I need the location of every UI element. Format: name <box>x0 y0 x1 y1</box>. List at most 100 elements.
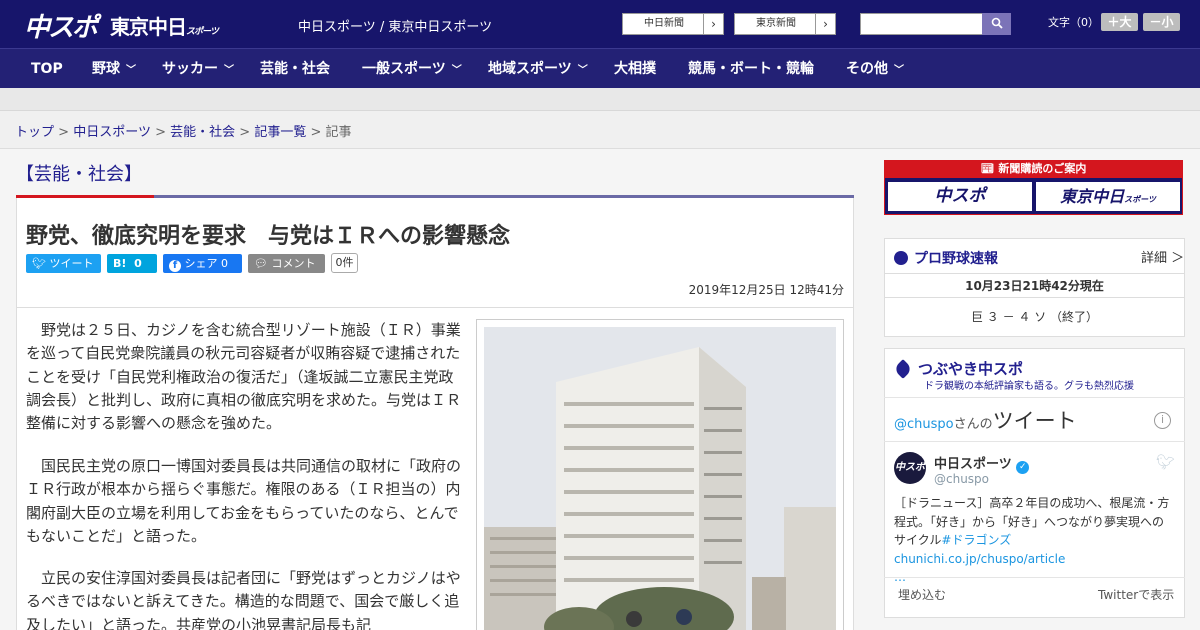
tokyo-shimbun-label: 東京新聞 <box>756 18 796 29</box>
chunichi-shimbun-button[interactable]: 中日新聞 › <box>622 13 724 35</box>
tokyo-chunichi-logo-sub: スポーツ <box>186 27 219 37</box>
pen-icon <box>893 359 913 379</box>
chevron-down-icon: ﹀ <box>894 65 904 76</box>
nav-item-top[interactable]: TOP <box>31 49 63 89</box>
tweet-account-name-text: 中日スポーツ <box>934 457 1012 472</box>
hatena-bookmark-button[interactable]: B! 0 <box>107 254 157 273</box>
baseball-card-title: プロ野球速報 <box>894 248 998 268</box>
subscription-banner-head: 📰︎ 新聞購読のご案内 <box>884 160 1183 178</box>
chevron-right-icon: › <box>703 14 723 34</box>
nav-label: TOP <box>31 61 63 77</box>
nav-label: 野球 <box>92 61 120 77</box>
font-size-label: 文字（0） <box>1048 16 1099 29</box>
embed-link[interactable]: 埋め込む <box>898 586 946 603</box>
tweet-body: ［ドラニュース］高卒２年目の成功へ、根尾流・方程式。「好き」から「好き」へつなが… <box>894 496 1170 547</box>
facebook-icon: f <box>169 260 181 272</box>
facebook-count: 0 <box>221 257 228 270</box>
nav-label: サッカー <box>162 61 218 77</box>
nav-item-general-sports[interactable]: 一般スポーツ ﹀ <box>362 49 462 89</box>
hatena-count: 0 <box>134 257 142 270</box>
divider <box>884 441 1185 442</box>
nav-item-soccer[interactable]: サッカー ﹀ <box>162 49 234 89</box>
article-photo[interactable] <box>484 327 836 630</box>
breadcrumb-separator: > <box>155 125 166 140</box>
breadcrumb: トップ > 中日スポーツ > 芸能・社会 > 記事一覧 > 記事 <box>15 121 352 140</box>
tweet-label: ツイート <box>49 257 94 270</box>
site-links[interactable]: 中日スポーツ / 東京中日スポーツ <box>298 16 492 35</box>
breadcrumb-current: 記事 <box>325 125 352 140</box>
comment-count: 0件 <box>331 253 358 273</box>
tweet-text: ［ドラニュース］高卒２年目の成功へ、根尾流・方程式。「好き」から「好き」へつなが… <box>894 494 1174 587</box>
font-large-button[interactable]: ＋大 <box>1101 13 1138 31</box>
subscription-tokyo-logo-sub: スポーツ <box>1124 195 1156 204</box>
baseball-detail-link[interactable]: 詳細 ＞ <box>1141 247 1184 266</box>
breadcrumb-chunichi-sports[interactable]: 中日スポーツ <box>73 125 151 140</box>
tokyo-chunichi-logo-text: 東京中日 <box>110 15 187 39</box>
search-icon <box>991 17 1003 29</box>
baseball-score-row[interactable]: 巨 ３ － ４ ソ （終了） <box>884 308 1185 325</box>
facebook-share-button[interactable]: f シェア 0 <box>163 254 242 273</box>
article-paragraph: 野党は２５日、カジノを含む統合型リゾート施設（ＩＲ）事業を巡って自民党衆院議員の… <box>26 321 462 433</box>
nav-label: 地域スポーツ <box>488 61 572 77</box>
baseball-updated-time: 10月23日21時42分現在 <box>884 273 1185 298</box>
breadcrumb-separator: > <box>58 125 70 140</box>
chevron-down-icon: ﹀ <box>577 65 588 76</box>
twitter-bird-icon[interactable]: 🐦︎ <box>1156 453 1175 471</box>
twitter-widget-subtitle: ドラ観戦の本紙評論家も語る。グラも熱烈応援 <box>924 381 1134 392</box>
twitter-widget-title-text: つぶやき中スポ <box>918 360 1024 378</box>
breadcrumb-separator: > <box>239 125 251 140</box>
nav-label: 一般スポーツ <box>362 61 446 77</box>
info-icon[interactable]: i <box>1154 412 1171 429</box>
tokyo-shimbun-button[interactable]: 東京新聞 › <box>734 13 836 35</box>
nav-item-entertainment[interactable]: 芸能・社会 <box>260 49 330 89</box>
baseball-icon <box>894 251 908 265</box>
apartment-building-image <box>484 327 836 630</box>
font-small-button[interactable]: －小 <box>1143 13 1180 31</box>
nav-label: 芸能・社会 <box>260 61 330 77</box>
subscription-head-label: 新聞購読のご案内 <box>998 162 1087 175</box>
facebook-share-label: シェア <box>184 257 218 270</box>
article-paragraph: 国民民主党の原口一博国対委員長は共同通信の取材に「政府のＩＲ行政が根本から揺らぐ… <box>26 457 462 545</box>
chevron-down-icon: ﹀ <box>224 65 234 76</box>
tweet-account-handle[interactable]: @chuspo <box>934 472 989 486</box>
search-input[interactable] <box>860 13 983 35</box>
chevron-right-icon: › <box>815 14 835 34</box>
chevron-down-icon: ﹀ <box>451 65 462 76</box>
avatar[interactable]: 中スポ <box>894 452 926 484</box>
tweet-account-name[interactable]: 中日スポーツ ✓ <box>934 453 1030 474</box>
section-title: 【芸能・社会】 <box>16 164 142 185</box>
twitter-icon: 🐦︎ <box>32 257 46 270</box>
twitter-handle-suffix: さんの <box>953 417 993 432</box>
tokyo-chunichi-logo[interactable]: 東京中日スポーツ <box>110 11 219 40</box>
twitter-timeline-header: @chuspoさんのツイート <box>894 405 1077 435</box>
breadcrumb-separator: > <box>310 125 322 140</box>
breadcrumb-article-list[interactable]: 記事一覧 <box>254 125 306 140</box>
search-button[interactable] <box>982 13 1011 35</box>
article-paragraph: 立民の安住淳国対委員長は記者団に「野党はずっとカジノはやるべきではないと訴えてき… <box>26 569 461 630</box>
subscription-tokyo-chunichi-logo[interactable]: 東京中日スポーツ <box>1036 182 1180 211</box>
twitter-widget-title: つぶやき中スポ <box>893 358 1024 379</box>
breadcrumb-entertainment[interactable]: 芸能・社会 <box>170 125 235 140</box>
nav-item-sumo[interactable]: 大相撲 <box>614 49 656 89</box>
nav-label: その他 <box>846 61 888 77</box>
nav-item-racing[interactable]: 競馬・ボート・競輪 <box>688 49 814 89</box>
subscription-chuspo-logo[interactable]: 中スポ <box>888 182 1032 211</box>
nav-item-baseball[interactable]: 野球 ﹀ <box>92 49 136 89</box>
view-on-twitter-link[interactable]: Twitterで表示 <box>1098 586 1174 603</box>
nav-label: 大相撲 <box>614 61 656 77</box>
nav-item-other[interactable]: その他 ﹀ <box>846 49 904 89</box>
article-date: 2019年12月25日 12時41分 <box>688 283 844 297</box>
nav-item-regional-sports[interactable]: 地域スポーツ ﹀ <box>488 49 588 89</box>
hatena-icon: B! <box>113 257 127 270</box>
baseball-card-title-text: プロ野球速報 <box>914 251 998 267</box>
chunichi-shimbun-label: 中日新聞 <box>644 18 684 29</box>
divider <box>884 577 1185 578</box>
breadcrumb-top[interactable]: トップ <box>15 125 54 140</box>
main-nav: TOP 野球 ﹀ サッカー ﹀ 芸能・社会 一般スポーツ ﹀ 地域スポーツ ﹀ 大相撲 … <box>0 48 1200 88</box>
chuspo-logo[interactable]: 中スポ <box>24 7 98 44</box>
twitter-handle-link[interactable]: @chuspo <box>894 417 954 432</box>
newspaper-icon: 📰︎ <box>980 162 995 175</box>
comment-button[interactable]: 💬︎ コメント <box>248 254 325 273</box>
verified-badge-icon: ✓ <box>1016 461 1030 474</box>
tweet-button[interactable]: 🐦︎ ツイート <box>26 254 101 273</box>
